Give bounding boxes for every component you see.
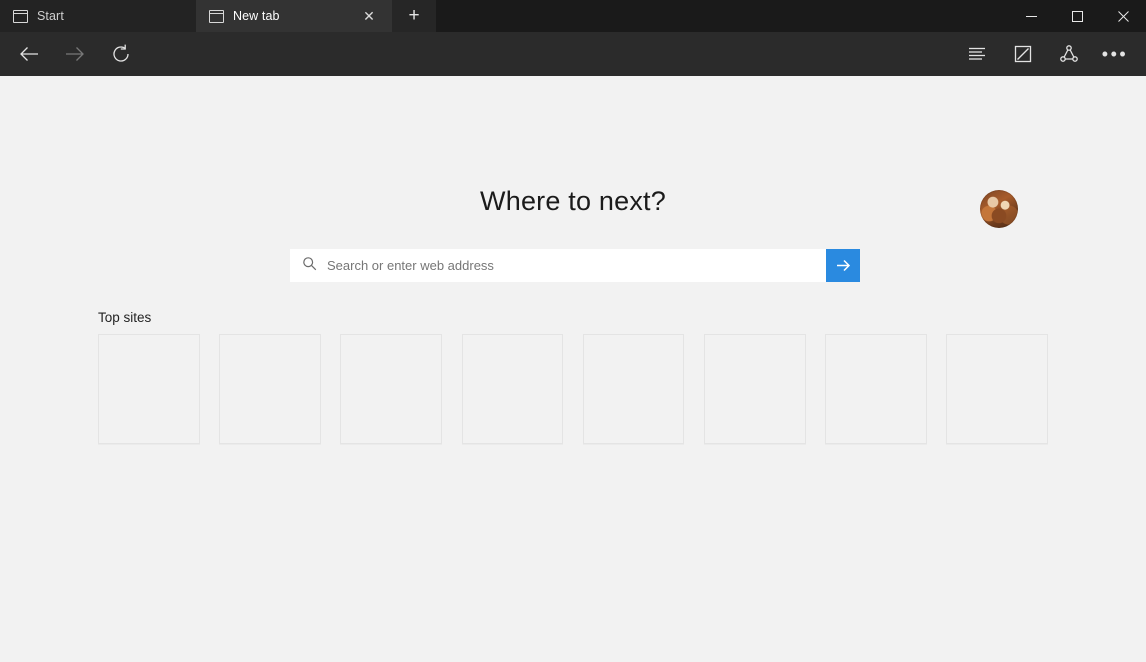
top-site-tile[interactable] <box>340 334 443 444</box>
close-icon[interactable]: ✕ <box>356 1 382 31</box>
top-site-tile[interactable] <box>825 334 927 444</box>
window-icon <box>13 9 28 23</box>
share-button[interactable] <box>1046 34 1092 74</box>
page-title: Where to next? <box>480 186 666 216</box>
new-tab-page: Where to next? Top sites <box>0 76 1146 662</box>
top-sites-heading: Top sites <box>98 310 152 325</box>
back-button[interactable] <box>6 34 52 74</box>
tab-strip-drag-area <box>436 0 1008 32</box>
make-a-web-note-button[interactable] <box>1000 34 1046 74</box>
hub-favorites-button[interactable] <box>954 34 1000 74</box>
tab-start[interactable]: Start <box>0 0 196 32</box>
window-icon <box>209 9 224 23</box>
ellipsis-icon: ••• <box>1101 44 1129 64</box>
top-sites-grid <box>98 334 1048 444</box>
top-site-tile[interactable] <box>461 334 564 444</box>
new-tab-button[interactable]: + <box>392 0 436 32</box>
top-site-tile[interactable] <box>582 334 685 444</box>
window-controls <box>1008 0 1146 32</box>
forward-button[interactable] <box>52 34 98 74</box>
minimize-button[interactable] <box>1008 0 1054 32</box>
search-bar <box>290 249 860 282</box>
go-button[interactable] <box>826 249 860 282</box>
top-site-tile[interactable] <box>703 334 806 444</box>
tab-strip: Start New tab ✕ + <box>0 0 1146 32</box>
maximize-button[interactable] <box>1054 0 1100 32</box>
more-settings-button[interactable]: ••• <box>1092 34 1138 74</box>
tab-start-label: Start <box>37 9 64 23</box>
top-site-tile[interactable] <box>98 334 200 444</box>
top-site-tile[interactable] <box>946 334 1048 444</box>
tab-new-tab-label: New tab <box>233 9 280 23</box>
browser-toolbar: ••• <box>0 32 1146 76</box>
tab-new-tab[interactable]: New tab ✕ <box>196 0 392 32</box>
search-input[interactable] <box>327 249 826 282</box>
refresh-button[interactable] <box>98 34 144 74</box>
search-icon <box>302 256 317 276</box>
close-button[interactable] <box>1100 0 1146 32</box>
top-site-tile[interactable] <box>219 334 321 444</box>
search-box[interactable] <box>290 249 826 282</box>
